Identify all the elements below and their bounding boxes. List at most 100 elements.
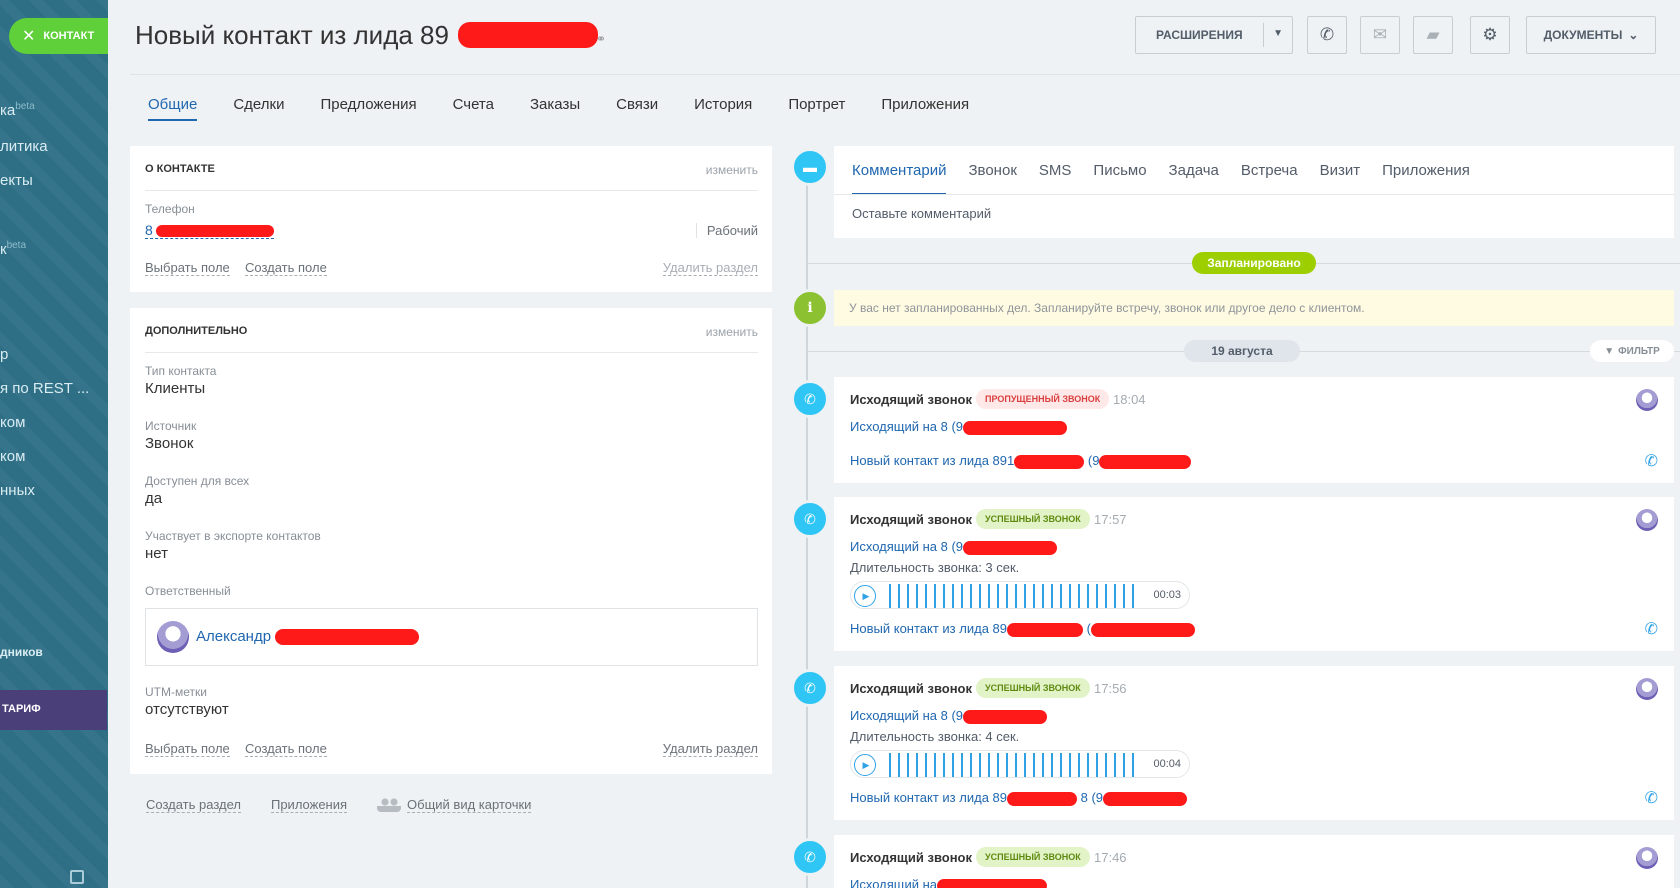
select-field-link[interactable]: Выбрать поле bbox=[145, 741, 230, 757]
applications-link[interactable]: Приложения bbox=[270, 797, 348, 813]
contact-link-text: Новый контакт из лида 89 bbox=[850, 621, 1007, 636]
contact-button-label: КОНТАКТ bbox=[43, 30, 95, 42]
sidebar-item[interactable]: ком bbox=[0, 448, 25, 465]
contact-link[interactable]: Новый контакт из лида 891 (9 bbox=[850, 453, 1192, 469]
tab-comment[interactable]: Комментарий bbox=[852, 162, 947, 195]
timeline-call-item: Исходящий звонок УСПЕШНЫЙ ЗВОНОК 17:56 И… bbox=[834, 666, 1674, 820]
tab-apps[interactable]: Приложения bbox=[1382, 162, 1470, 195]
no-planned-notice: У вас нет запланированных дел. Запланиру… bbox=[834, 290, 1674, 326]
contact-link[interactable]: Новый контакт из лида 89 8 (9 bbox=[850, 790, 1188, 806]
avatar[interactable] bbox=[1636, 509, 1658, 531]
create-field-link[interactable]: Создать поле bbox=[245, 260, 327, 276]
info-icon: i bbox=[791, 289, 829, 327]
tab-deals[interactable]: Сделки bbox=[233, 96, 284, 121]
email-button[interactable]: ✉ bbox=[1360, 16, 1400, 54]
tab-call[interactable]: Звонок bbox=[968, 162, 1016, 195]
create-section-link[interactable]: Создать раздел bbox=[146, 797, 241, 813]
contact-link-text: Новый контакт из лида 89 bbox=[850, 790, 1007, 805]
phone-icon[interactable]: ✆ bbox=[1645, 619, 1658, 639]
sidebar-item-label: я по REST ... bbox=[0, 380, 90, 397]
sidebar-item[interactable]: ком bbox=[0, 414, 25, 431]
sidebar-item-label: ком bbox=[0, 414, 26, 431]
responsible-name: Александр bbox=[196, 628, 272, 645]
call-icon: ✆ bbox=[791, 500, 829, 538]
sidebar-item[interactable]: дников bbox=[0, 645, 43, 659]
dropdown-arrow-icon[interactable]: ▼ bbox=[1273, 28, 1283, 39]
sidebar-tariff-button[interactable]: ТАРИФ bbox=[0, 690, 107, 730]
call-number-link[interactable]: Исходящий на 8 (9 bbox=[850, 708, 1048, 724]
redaction-mark bbox=[1103, 791, 1188, 806]
sidebar-item[interactable]: я по REST ... bbox=[0, 380, 89, 397]
extensions-button[interactable]: РАСШИРЕНИЯ ▼ bbox=[1135, 16, 1293, 54]
filter-icon: ▼ bbox=[1604, 345, 1615, 357]
play-icon[interactable]: ▶ bbox=[854, 754, 876, 776]
sidebar-item[interactable]: литика bbox=[0, 138, 48, 155]
phone-type: Рабочий bbox=[695, 223, 758, 238]
audio-waveform[interactable] bbox=[889, 753, 1141, 777]
phone-icon[interactable]: ✆ bbox=[1645, 451, 1658, 471]
print-icon[interactable] bbox=[70, 870, 84, 884]
create-field-link[interactable]: Создать поле bbox=[245, 741, 327, 757]
contact-close-button[interactable]: ✕ КОНТАКТ bbox=[9, 18, 108, 54]
entity-tabs: Общие Сделки Предложения Счета Заказы Св… bbox=[148, 96, 1005, 121]
tab-meeting[interactable]: Встреча bbox=[1241, 162, 1298, 195]
sidebar-item-label: екты bbox=[0, 172, 33, 189]
phone-icon[interactable]: ✆ bbox=[1645, 788, 1658, 808]
avatar[interactable] bbox=[157, 621, 189, 653]
call-number-link[interactable]: Исходящий на 8 (9 bbox=[850, 539, 1058, 555]
sidebar-item[interactable]: р bbox=[0, 346, 8, 363]
tab-portrait[interactable]: Портрет bbox=[788, 96, 845, 121]
chat-icon: ▰ bbox=[1426, 25, 1440, 44]
tab-quotes[interactable]: Предложения bbox=[320, 96, 416, 121]
tab-applications[interactable]: Приложения bbox=[881, 96, 969, 121]
tab-invoices[interactable]: Счета bbox=[453, 96, 494, 121]
tab-email[interactable]: Письмо bbox=[1093, 162, 1146, 195]
delete-section-link[interactable]: Удалить раздел bbox=[662, 741, 758, 757]
tab-history[interactable]: История bbox=[694, 96, 752, 121]
tab-general[interactable]: Общие bbox=[148, 96, 198, 121]
sidebar-pattern bbox=[0, 0, 108, 888]
audio-waveform[interactable] bbox=[889, 584, 1141, 608]
delete-section-link[interactable]: Удалить раздел bbox=[662, 260, 758, 276]
call-number-link[interactable]: Исходящий на bbox=[850, 877, 1048, 888]
select-field-link[interactable]: Выбрать поле bbox=[145, 260, 230, 276]
contact-link[interactable]: Новый контакт из лида 89 ( bbox=[850, 621, 1195, 637]
call-icon: ✆ bbox=[791, 669, 829, 707]
play-icon[interactable]: ▶ bbox=[854, 585, 876, 607]
filter-button[interactable]: ▼ ФИЛЬТР bbox=[1590, 340, 1674, 362]
status-badge: ПРОПУЩЕННЫЙ ЗВОНОК bbox=[976, 389, 1110, 409]
divider bbox=[834, 194, 1674, 195]
sidebar-item[interactable]: екты bbox=[0, 172, 33, 189]
sidebar-item[interactable]: кbeta bbox=[0, 240, 26, 258]
tab-sms[interactable]: SMS bbox=[1039, 162, 1072, 195]
field-value: нет bbox=[145, 545, 168, 562]
edit-section-link[interactable]: изменить bbox=[706, 325, 758, 339]
phone-value[interactable]: 8 bbox=[145, 222, 274, 239]
call-title: Исходящий звонок bbox=[850, 681, 973, 696]
edit-section-link[interactable]: изменить bbox=[706, 163, 758, 177]
field-label: Доступен для всех bbox=[145, 474, 250, 488]
comment-input[interactable]: Оставьте комментарий bbox=[852, 206, 991, 221]
tab-task[interactable]: Задача bbox=[1169, 162, 1219, 195]
documents-label: ДОКУМЕНТЫ bbox=[1543, 28, 1623, 42]
common-view-link[interactable]: Общий вид карточки bbox=[377, 796, 532, 814]
sidebar-item[interactable]: нных bbox=[0, 482, 35, 499]
field-label: Источник bbox=[145, 419, 197, 433]
chat-button[interactable]: ▰ bbox=[1413, 16, 1453, 54]
avatar[interactable] bbox=[1636, 678, 1658, 700]
sidebar-item[interactable]: каbeta bbox=[0, 101, 35, 119]
call-duration: Длительность звонка: 4 сек. bbox=[850, 729, 1020, 744]
avatar[interactable] bbox=[1636, 847, 1658, 869]
documents-button[interactable]: ДОКУМЕНТЫ ⌄ bbox=[1526, 16, 1656, 54]
planned-badge: Запланировано bbox=[1192, 252, 1316, 274]
settings-button[interactable]: ⚙ bbox=[1470, 16, 1510, 54]
tab-visit[interactable]: Визит bbox=[1320, 162, 1361, 195]
avatar[interactable] bbox=[1636, 389, 1658, 411]
responsible-user-link[interactable]: Александр bbox=[196, 628, 420, 646]
status-badge: УСПЕШНЫЙ ЗВОНОК bbox=[976, 847, 1090, 867]
tab-links[interactable]: Связи bbox=[616, 96, 658, 121]
call-number-link[interactable]: Исходящий на 8 (9 bbox=[850, 419, 1068, 435]
link-icon[interactable]: ⚭ bbox=[596, 32, 606, 46]
tab-orders[interactable]: Заказы bbox=[530, 96, 580, 121]
call-button[interactable]: ✆ bbox=[1307, 16, 1347, 54]
